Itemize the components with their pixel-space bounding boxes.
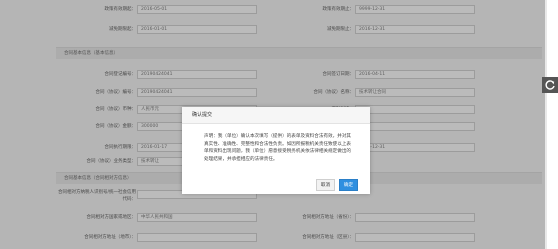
refresh-icon[interactable]: [542, 77, 558, 93]
cancel-button[interactable]: 取消: [316, 179, 335, 191]
dialog-title: 确认提交: [182, 107, 370, 124]
confirm-button[interactable]: 确定: [339, 179, 358, 191]
dialog-declaration-text: 声明：我（单位）确认本次填写（提供）的表单及资料合法有效，并对其真实性、准确性、…: [204, 134, 352, 162]
confirm-dialog: 确认提交 声明：我（单位）确认本次填写（提供）的表单及资料合法有效，并对其真实性…: [182, 107, 370, 194]
scrollbar[interactable]: [545, 0, 547, 249]
refresh-icon-glyph: [545, 80, 555, 90]
